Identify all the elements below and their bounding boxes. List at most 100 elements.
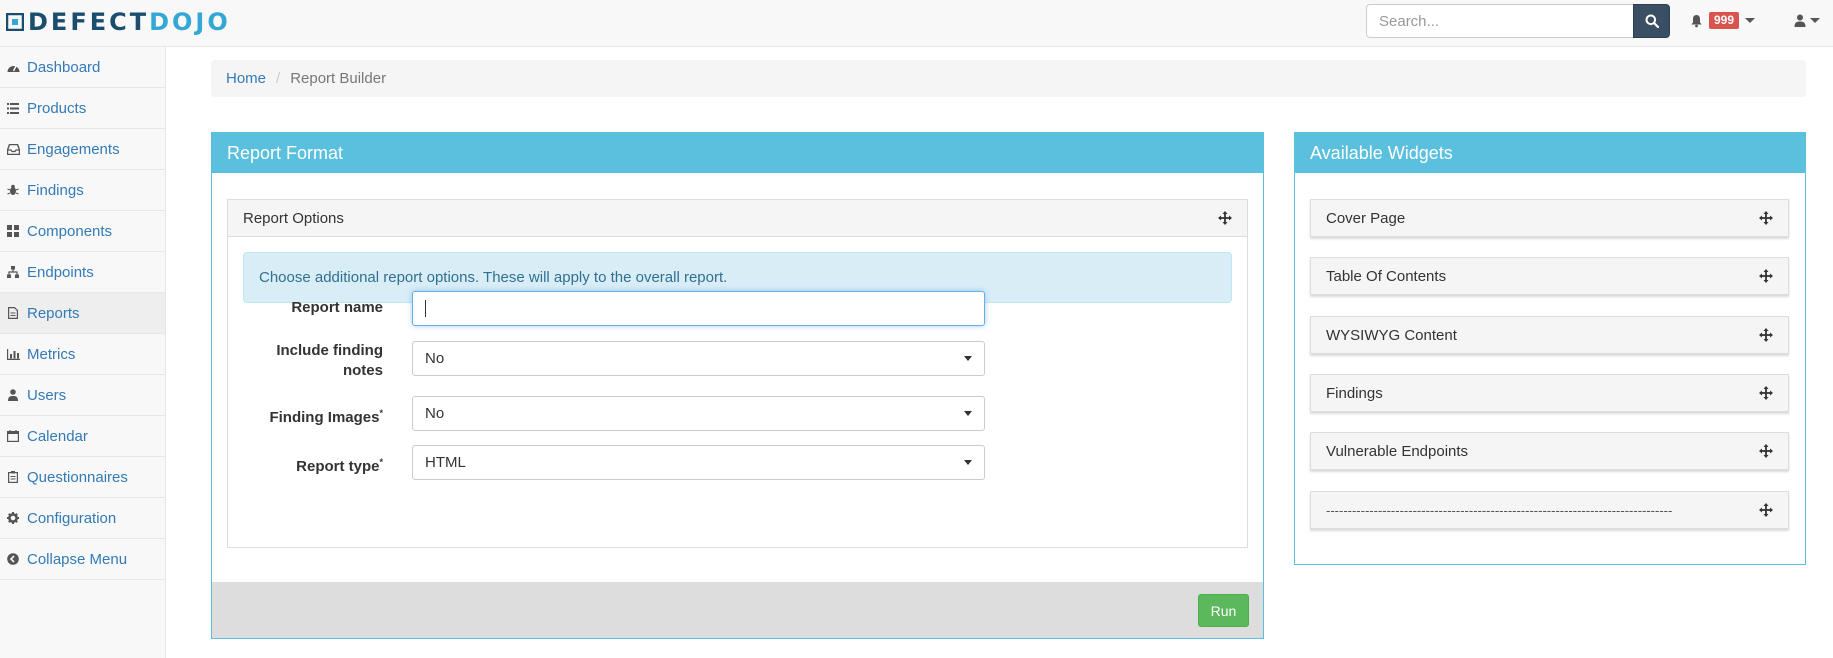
- move-icon[interactable]: [1759, 328, 1773, 342]
- breadcrumb-home-link[interactable]: Home: [226, 70, 266, 87]
- sidebar-item-users[interactable]: Users: [0, 375, 165, 416]
- widget-cover-page[interactable]: Cover Page: [1310, 199, 1789, 237]
- report-format-footer: Run: [212, 582, 1263, 638]
- sidebar-item-label: Dashboard: [27, 58, 101, 76]
- sidebar-item-endpoints[interactable]: Endpoints: [0, 252, 165, 293]
- widget-label: WYSIWYG Content: [1326, 326, 1457, 344]
- move-icon[interactable]: [1759, 211, 1773, 225]
- calendar-icon: [6, 429, 20, 443]
- chevron-down-icon: [964, 460, 972, 465]
- finding-images-row: Finding Images* No: [228, 396, 1249, 431]
- include-notes-label-line2: notes: [342, 362, 383, 379]
- breadcrumb: Home / Report Builder: [211, 60, 1806, 97]
- chevron-down-icon: [1745, 18, 1756, 23]
- defectdojo-logo[interactable]: DEFECTDOJO: [6, 10, 231, 34]
- sidebar-item-label: Metrics: [27, 345, 76, 363]
- include-notes-value: No: [425, 350, 445, 367]
- finding-images-value: No: [425, 405, 445, 422]
- search-icon: [1645, 14, 1659, 28]
- report-type-select[interactable]: HTML: [412, 445, 985, 480]
- report-name-label: Report name: [291, 299, 383, 316]
- sidebar-item-calendar[interactable]: Calendar: [0, 416, 165, 457]
- report-type-value: HTML: [425, 454, 466, 471]
- chevron-down-icon: [964, 411, 972, 416]
- bell-icon: [1691, 14, 1702, 27]
- move-icon[interactable]: [1218, 211, 1232, 225]
- inbox-icon: [6, 142, 20, 156]
- notifications-dropdown[interactable]: 999: [1690, 12, 1756, 29]
- report-options-widget[interactable]: Report Options Choose additional report …: [227, 199, 1248, 548]
- report-name-row: Report name: [228, 291, 1249, 326]
- sidebar-item-label: Findings: [27, 181, 84, 199]
- breadcrumb-separator: /: [276, 70, 281, 87]
- breadcrumb-current: Report Builder: [290, 70, 387, 87]
- widget-label: Table Of Contents: [1326, 267, 1447, 285]
- report-type-label: Report type*: [228, 445, 383, 480]
- user-menu-dropdown[interactable]: [1794, 14, 1820, 27]
- text-cursor: [425, 300, 426, 317]
- chevron-down-icon: [1810, 18, 1820, 23]
- sitemap-icon: [6, 265, 20, 279]
- sidebar-item-dashboard[interactable]: Dashboard: [0, 47, 165, 88]
- arrow-circle-left-icon: [6, 552, 20, 566]
- file-icon: [6, 306, 20, 320]
- dashboard-icon: [6, 60, 20, 74]
- finding-images-select[interactable]: No: [412, 396, 985, 431]
- include-notes-row: Include finding notes No: [228, 341, 1249, 383]
- report-type-label-text: Report type: [296, 458, 380, 475]
- move-icon[interactable]: [1759, 503, 1773, 517]
- logo-mark-icon: [6, 13, 24, 31]
- notification-count-badge: 999: [1709, 12, 1740, 29]
- list-icon: [6, 101, 20, 115]
- search-input[interactable]: [1366, 4, 1633, 38]
- sidebar-item-questionnaires[interactable]: Questionnaires: [0, 457, 165, 498]
- sidebar-item-products[interactable]: Products: [0, 88, 165, 129]
- finding-images-label: Finding Images*: [228, 396, 383, 431]
- sidebar-item-configuration[interactable]: Configuration: [0, 498, 165, 539]
- widget-vulnerable-endpoints[interactable]: Vulnerable Endpoints: [1310, 432, 1789, 470]
- widget-findings[interactable]: Findings: [1310, 374, 1789, 412]
- finding-images-label-text: Finding Images: [269, 409, 380, 426]
- report-options-header: Report Options: [228, 200, 1247, 237]
- move-icon[interactable]: [1759, 444, 1773, 458]
- widget-label: Findings: [1326, 384, 1383, 402]
- report-type-row: Report type* HTML: [228, 445, 1249, 480]
- sidebar-item-label: Users: [27, 386, 67, 404]
- include-notes-select[interactable]: No: [412, 341, 985, 376]
- search-button[interactable]: [1633, 4, 1670, 38]
- sidebar-item-label: Configuration: [27, 509, 117, 527]
- available-widgets-panel: Available Widgets Cover Page Table Of Co…: [1294, 132, 1806, 565]
- sidebar-item-label: Reports: [27, 304, 80, 322]
- widget-label: ----------------------------------------…: [1326, 502, 1673, 518]
- logo-text-defect: DEFECT: [28, 8, 150, 36]
- available-widgets-title: Available Widgets: [1295, 133, 1805, 173]
- chevron-down-icon: [964, 356, 972, 361]
- sidebar-item-label: Endpoints: [27, 263, 94, 281]
- required-marker: *: [379, 408, 383, 418]
- sidebar-item-label: Collapse Menu: [27, 550, 128, 568]
- sidebar-item-reports[interactable]: Reports: [0, 293, 165, 334]
- sidebar-item-label: Components: [27, 222, 113, 240]
- run-button[interactable]: Run: [1198, 594, 1249, 627]
- top-navbar: DEFECTDOJO 999: [0, 0, 1833, 47]
- sidebar-item-findings[interactable]: Findings: [0, 170, 165, 211]
- include-notes-label: Include finding notes: [228, 341, 383, 383]
- include-notes-label-line1: Include finding: [276, 342, 383, 359]
- widget-wysiwyg-content[interactable]: WYSIWYG Content: [1310, 316, 1789, 354]
- move-icon[interactable]: [1759, 269, 1773, 283]
- sidebar-item-label: Engagements: [27, 140, 120, 158]
- report-format-title: Report Format: [212, 133, 1263, 173]
- sidebar-item-metrics[interactable]: Metrics: [0, 334, 165, 375]
- search-form: [1366, 4, 1670, 38]
- widget-page-break[interactable]: ----------------------------------------…: [1310, 491, 1789, 529]
- sidebar-item-collapse-menu[interactable]: Collapse Menu: [0, 539, 165, 580]
- sidebar-item-engagements[interactable]: Engagements: [0, 129, 165, 170]
- sidebar-item-components[interactable]: Components: [0, 211, 165, 252]
- report-format-panel: Report Format Report Options Choose addi…: [211, 132, 1264, 639]
- move-icon[interactable]: [1759, 386, 1773, 400]
- logo-text-dojo: DOJO: [149, 8, 231, 36]
- report-name-input[interactable]: [412, 291, 985, 326]
- report-options-title: Report Options: [243, 209, 344, 227]
- widget-table-of-contents[interactable]: Table Of Contents: [1310, 257, 1789, 295]
- sidebar: Dashboard Products Engagements Findings …: [0, 47, 166, 658]
